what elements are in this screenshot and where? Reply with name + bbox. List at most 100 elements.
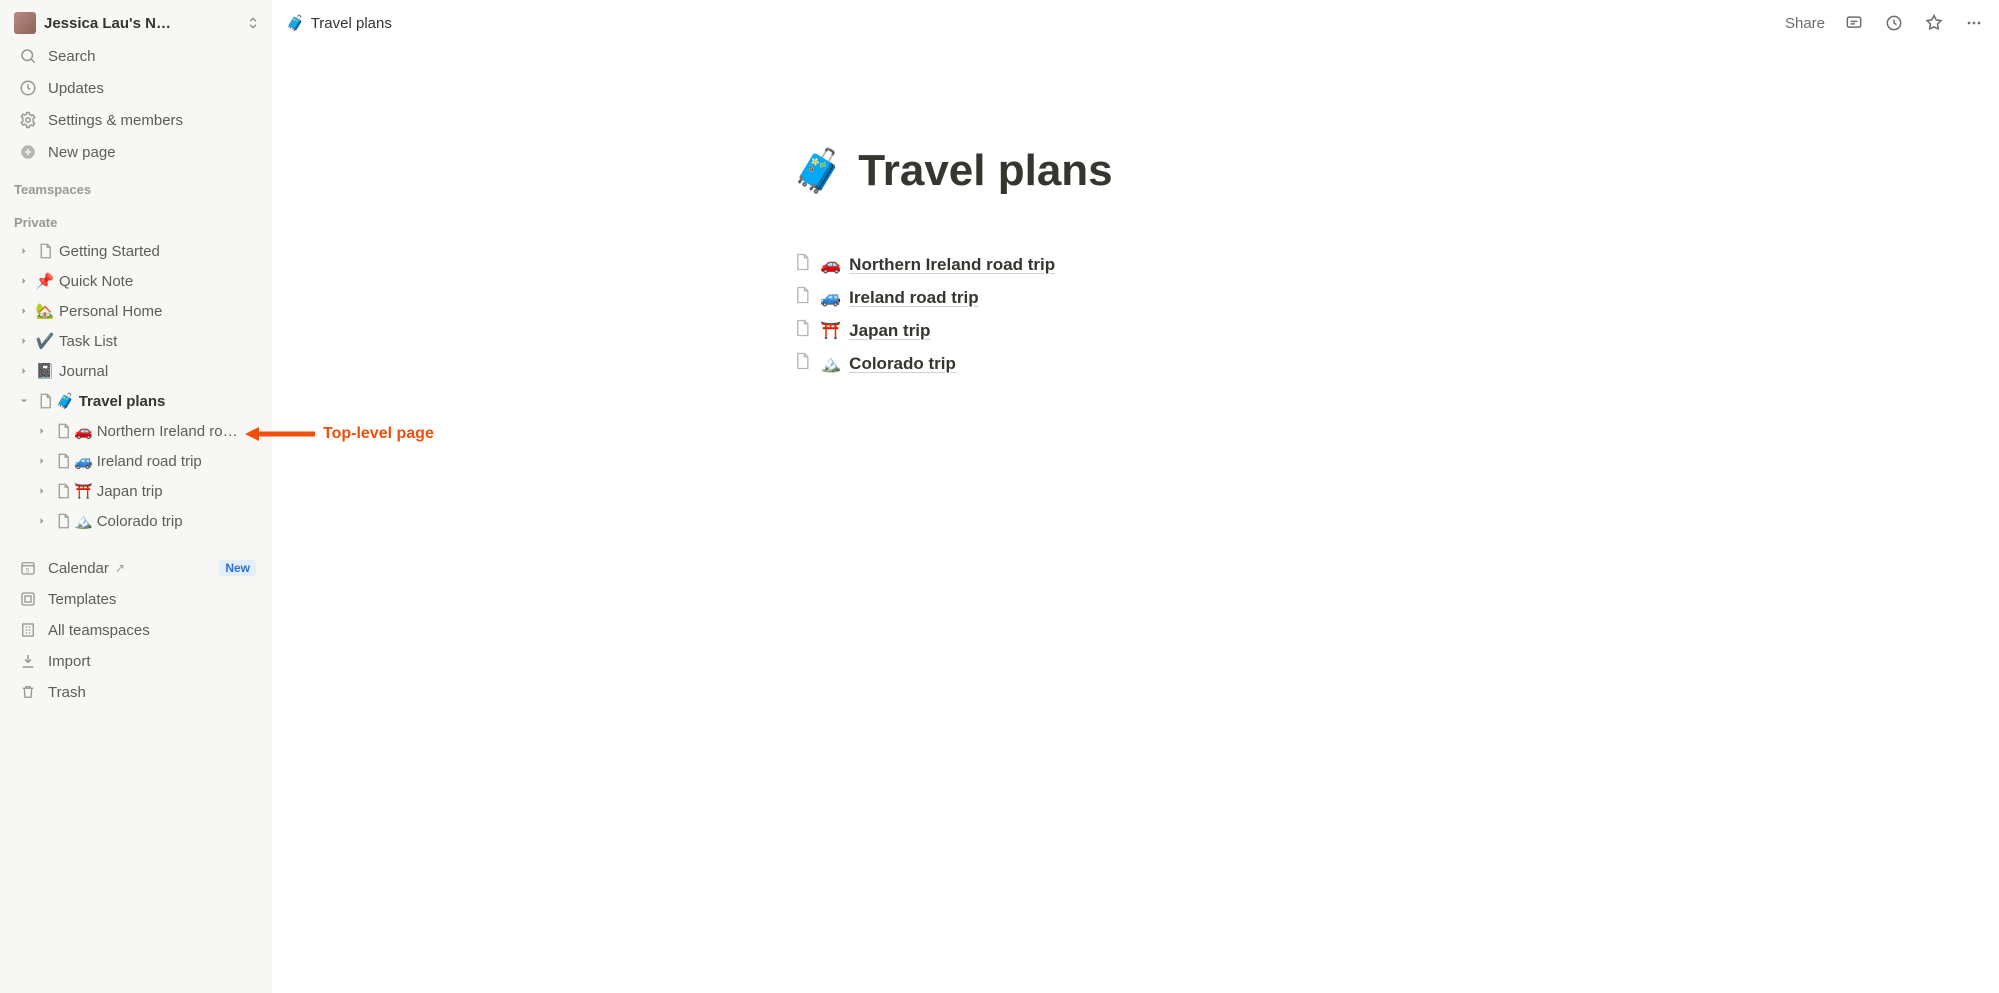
emoji-icon: 🏡: [35, 301, 55, 321]
tree-row[interactable]: ✔️ Task List: [4, 326, 268, 356]
subpage-list: 🚗 Northern Ireland road trip 🚙 Ireland r…: [792, 252, 1532, 376]
templates-icon: [18, 589, 38, 609]
tree-row[interactable]: 📓 Journal: [4, 356, 268, 386]
tree-label: Travel plans: [79, 393, 166, 410]
tree-label: Getting Started: [59, 243, 160, 260]
external-arrow-icon: ↗: [115, 561, 125, 575]
tree-row[interactable]: 🚙 Ireland road trip: [4, 446, 268, 476]
subpage-label: Japan trip: [849, 321, 930, 341]
sidebar-search[interactable]: Search: [4, 41, 268, 71]
tree-row[interactable]: 🚗 Northern Ireland ro…: [4, 416, 268, 446]
sidebar-templates-label: Templates: [48, 591, 116, 608]
new-badge: New: [219, 560, 256, 576]
tree-label: Japan trip: [97, 483, 163, 500]
workspace-switcher[interactable]: Jessica Lau's N…: [0, 10, 272, 40]
sidebar-import-label: Import: [48, 653, 91, 670]
sidebar-import[interactable]: Import: [4, 646, 268, 676]
trash-icon: [18, 682, 38, 702]
chevron-right-icon[interactable]: [32, 481, 52, 501]
sidebar-allts-label: All teamspaces: [48, 622, 150, 639]
page-icon: [35, 391, 55, 411]
page-title[interactable]: 🧳 Travel plans: [792, 146, 1532, 196]
chevron-right-icon[interactable]: [14, 271, 34, 291]
tree-row[interactable]: 📌 Quick Note: [4, 266, 268, 296]
sidebar-calendar[interactable]: 5 Calendar ↗ New: [4, 553, 268, 583]
subpage-label: Northern Ireland road trip: [849, 255, 1055, 275]
tree-label: Task List: [59, 333, 117, 350]
page-title-text: Travel plans: [858, 146, 1112, 196]
chevron-right-icon[interactable]: [14, 241, 34, 261]
page-icon: [53, 511, 73, 531]
emoji-icon: 📓: [35, 361, 55, 381]
subpage-label: Ireland road trip: [849, 288, 978, 308]
star-icon[interactable]: [1923, 12, 1945, 34]
download-icon: [18, 651, 38, 671]
gear-icon: [18, 110, 38, 130]
sidebar-templates[interactable]: Templates: [4, 584, 268, 614]
comment-icon[interactable]: [1843, 12, 1865, 34]
more-icon[interactable]: [1963, 12, 1985, 34]
tree-row[interactable]: ⛩️ Japan trip: [4, 476, 268, 506]
sidebar-search-label: Search: [48, 48, 96, 65]
tree-row-travel-plans[interactable]: 🧳 Travel plans: [4, 386, 268, 416]
subpage-emoji: 🚙: [820, 288, 841, 308]
calendar-icon: 5: [18, 558, 38, 578]
tree-row[interactable]: 🏔️ Colorado trip: [4, 506, 268, 536]
sidebar-calendar-label: Calendar: [48, 560, 109, 577]
section-private[interactable]: Private: [0, 201, 272, 234]
subpage-link[interactable]: 🏔️ Colorado trip: [792, 351, 1532, 376]
sidebar-updates-label: Updates: [48, 80, 104, 97]
section-teamspaces[interactable]: Teamspaces: [0, 168, 272, 201]
sidebar-newpage-label: New page: [48, 144, 116, 161]
history-icon[interactable]: [1883, 12, 1905, 34]
chevron-right-icon[interactable]: [32, 421, 52, 441]
workspace-name: Jessica Lau's N…: [44, 15, 238, 32]
tree-row[interactable]: 🏡 Personal Home: [4, 296, 268, 326]
page-icon: [792, 252, 812, 277]
breadcrumb[interactable]: 🧳 Travel plans: [286, 14, 392, 32]
sidebar-settings[interactable]: Settings & members: [4, 105, 268, 135]
subpage-link[interactable]: ⛩️ Japan trip: [792, 318, 1532, 343]
emoji-icon: 🚗: [74, 422, 93, 440]
subpage-link[interactable]: 🚙 Ireland road trip: [792, 285, 1532, 310]
chevron-right-icon[interactable]: [32, 511, 52, 531]
chevron-right-icon[interactable]: [32, 451, 52, 471]
topbar: 🧳 Travel plans Share: [272, 0, 1999, 46]
tree-label: Journal: [59, 363, 108, 380]
plus-circle-icon: [18, 142, 38, 162]
main: 🧳 Travel plans Share 🧳 Travel plans: [272, 0, 1999, 993]
sidebar-updates[interactable]: Updates: [4, 73, 268, 103]
private-tree: Getting Started 📌 Quick Note 🏡 Personal …: [0, 234, 272, 538]
chevron-right-icon[interactable]: [14, 301, 34, 321]
sidebar: Jessica Lau's N… Search Updates Settings…: [0, 0, 272, 993]
sidebar-trash[interactable]: Trash: [4, 677, 268, 707]
avatar: [14, 12, 36, 34]
subpage-emoji: ⛩️: [820, 321, 841, 341]
tree-label: Ireland road trip: [97, 453, 202, 470]
subpage-label: Colorado trip: [849, 354, 956, 374]
sidebar-settings-label: Settings & members: [48, 112, 183, 129]
chevron-right-icon[interactable]: [14, 331, 34, 351]
sidebar-new-page[interactable]: New page: [4, 137, 268, 167]
subpage-emoji: 🚗: [820, 255, 841, 275]
emoji-icon: ✔️: [35, 331, 55, 351]
page-icon: [792, 285, 812, 310]
breadcrumb-emoji: 🧳: [286, 14, 305, 32]
chevron-down-icon[interactable]: [14, 391, 34, 411]
share-button[interactable]: Share: [1785, 15, 1825, 32]
page-icon: [792, 351, 812, 376]
emoji-icon: 🚙: [74, 452, 93, 470]
subpage-emoji: 🏔️: [820, 354, 841, 374]
emoji-icon: 📌: [35, 271, 55, 291]
subpage-link[interactable]: 🚗 Northern Ireland road trip: [792, 252, 1532, 277]
page-emoji[interactable]: 🧳: [792, 147, 844, 196]
chevron-right-icon[interactable]: [14, 361, 34, 381]
tree-row[interactable]: Getting Started: [4, 236, 268, 266]
emoji-icon: ⛩️: [74, 482, 93, 500]
building-icon: [18, 620, 38, 640]
chevrons-updown-icon: [246, 15, 260, 31]
sidebar-all-teamspaces[interactable]: All teamspaces: [4, 615, 268, 645]
page-icon: [53, 421, 73, 441]
page-icon: [53, 451, 73, 471]
tree-label: Colorado trip: [97, 513, 183, 530]
